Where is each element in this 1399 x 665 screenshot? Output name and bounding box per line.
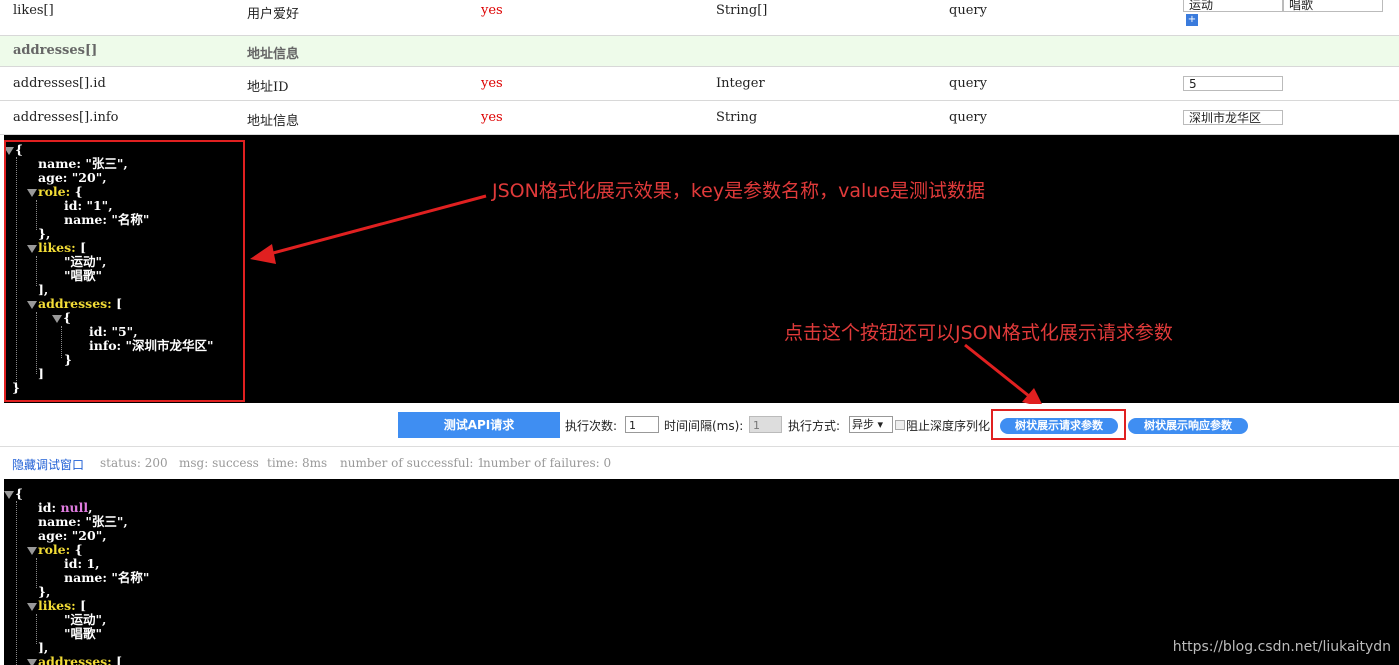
table-row-address-id: addresses[].id 地址ID yes Integer query 5	[0, 67, 1399, 101]
param-type: Integer	[716, 76, 765, 91]
param-name: likes[]	[13, 3, 54, 18]
mode-label: 执行方式:	[788, 419, 841, 433]
likes-value-input-1[interactable]: 运动	[1183, 0, 1283, 12]
param-in: query	[949, 3, 987, 18]
table-row-address-info: addresses[].info 地址信息 yes String query 深…	[0, 101, 1399, 135]
status-bar: 隐藏调试窗口 status: 200 msg: success time: 8m…	[0, 447, 1399, 477]
status-successful: number of successful: 1	[340, 456, 485, 470]
json-highlight-box	[4, 140, 245, 402]
collapse-toggle-icon[interactable]	[27, 658, 37, 665]
status-msg: msg: success	[179, 456, 259, 470]
address-info-input[interactable]: 深圳市龙华区	[1183, 110, 1283, 125]
status-failures: number of failures: 0	[483, 456, 612, 470]
param-desc: 地址信息	[247, 47, 300, 62]
debug-toolbar: 测试API请求 执行次数: 1 时间间隔(ms): 1 执行方式: 异步 ▾ 阻…	[0, 404, 1399, 447]
param-required: yes	[481, 3, 503, 18]
test-api-request-button[interactable]: 测试API请求	[398, 412, 560, 438]
exec-count-input[interactable]: 1	[625, 416, 659, 433]
param-name: addresses[].id	[13, 76, 106, 91]
likes-value-input-2[interactable]: 唱歌	[1283, 0, 1383, 12]
param-name: addresses[].info	[13, 110, 119, 125]
status-time: time: 8ms	[267, 456, 328, 470]
add-value-button[interactable]: +	[1186, 14, 1198, 26]
hide-debug-window-link[interactable]: 隐藏调试窗口	[12, 456, 84, 473]
json-annotation: JSON格式化展示效果，key是参数名称，value是测试数据	[492, 180, 985, 202]
status-code: status: 200	[100, 456, 168, 470]
param-desc: 地址ID	[247, 80, 289, 95]
tree-response-params-button[interactable]: 树状展示响应参数	[1128, 418, 1248, 434]
param-required: yes	[481, 110, 503, 125]
mode-select[interactable]: 异步 ▾	[849, 416, 893, 433]
collapse-toggle-icon[interactable]	[27, 602, 37, 611]
param-type: String	[716, 110, 758, 125]
response-json-pane: { id: null, name: "张三", age: "20", role:…	[4, 479, 1399, 665]
table-row-group-addresses: addresses[] 地址信息	[0, 36, 1399, 67]
param-in: query	[949, 110, 987, 125]
interval-input[interactable]: 1	[749, 416, 782, 433]
button-highlight-box	[991, 409, 1126, 440]
deep-serialize-label: 阻止深度序列化	[906, 419, 991, 433]
collapse-toggle-icon[interactable]	[4, 490, 14, 499]
address-id-input[interactable]: 5	[1183, 76, 1283, 91]
collapse-toggle-icon[interactable]	[27, 546, 37, 555]
param-desc: 地址信息	[247, 114, 300, 129]
watermark: https://blog.csdn.net/liukaitydn	[1172, 639, 1391, 655]
table-row-likes: likes[] 用户爱好 yes String[] query 运动 唱歌 +	[0, 0, 1399, 36]
deep-serialize-checkbox[interactable]	[895, 420, 905, 430]
param-required: yes	[481, 76, 503, 91]
interval-label: 时间间隔(ms):	[664, 419, 744, 433]
exec-count-label: 执行次数:	[565, 419, 618, 433]
param-in: query	[949, 76, 987, 91]
param-desc: 用户爱好	[247, 7, 300, 22]
response-json-tree: { id: null, name: "张三", age: "20", role:…	[4, 487, 149, 665]
param-name: addresses[]	[13, 43, 98, 58]
param-type: String[]	[716, 3, 768, 18]
button-annotation: 点击这个按钮还可以JSON格式化展示请求参数	[784, 322, 1173, 344]
